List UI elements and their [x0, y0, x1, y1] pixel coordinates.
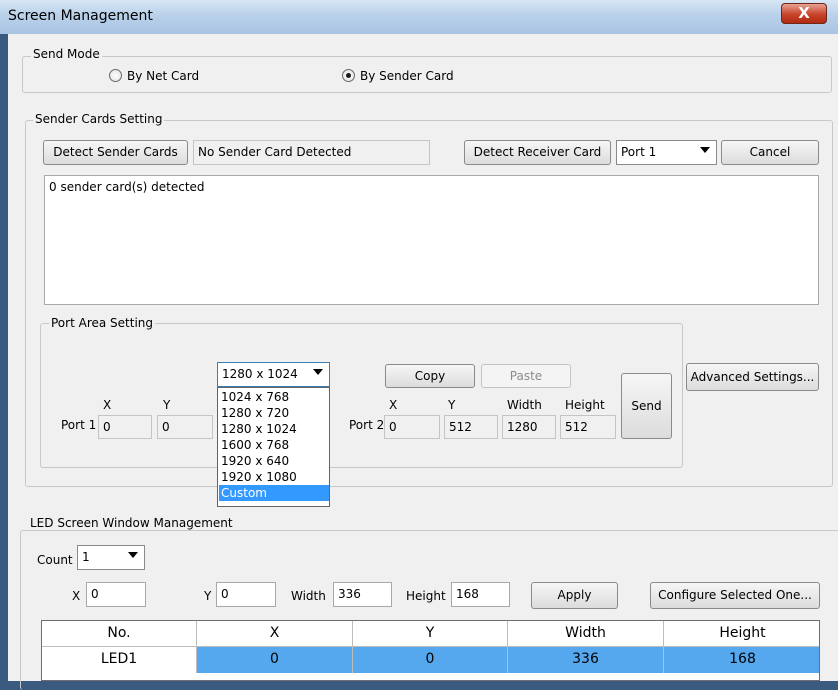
- cancel-button[interactable]: Cancel: [721, 140, 819, 165]
- port2-y-field: 512: [444, 415, 498, 439]
- chevron-down-icon: [700, 147, 710, 153]
- column-header-y[interactable]: Y: [353, 621, 508, 646]
- close-icon: X: [798, 4, 810, 22]
- cell-width[interactable]: 336: [508, 647, 664, 673]
- x-input[interactable]: 0: [86, 582, 146, 607]
- resolution-option[interactable]: 1280 x 720: [219, 405, 329, 421]
- chevron-down-icon: [313, 369, 323, 375]
- resolution-select[interactable]: 1280 x 1024: [217, 362, 330, 387]
- table-header: No. X Y Width Height: [42, 621, 819, 647]
- radio-by-net-card[interactable]: [109, 69, 122, 82]
- port1-y-field: 0: [157, 415, 213, 439]
- port-select-value: Port 1: [621, 145, 657, 159]
- resolution-option[interactable]: 1600 x 768: [219, 437, 329, 453]
- table-row[interactable]: LED1 0 0 336 168: [42, 647, 819, 673]
- port2-height-field: 512: [560, 415, 616, 439]
- column-header-x[interactable]: X: [197, 621, 353, 646]
- advanced-settings-button[interactable]: Advanced Settings...: [686, 363, 819, 391]
- send-button[interactable]: Send: [621, 373, 672, 439]
- resolution-option[interactable]: 1024 x 768: [219, 389, 329, 405]
- port2-label: Port 2: [349, 418, 385, 432]
- send-mode-title: Send Mode: [31, 47, 102, 61]
- resolution-dropdown-list: 1024 x 768 1280 x 720 1280 x 1024 1600 x…: [217, 387, 330, 507]
- cell-x[interactable]: 0: [197, 647, 353, 673]
- port-select[interactable]: Port 1: [616, 140, 717, 165]
- width-input[interactable]: 336: [333, 582, 392, 607]
- radio-by-sender-card[interactable]: [342, 69, 355, 82]
- sender-cards-title: Sender Cards Setting: [33, 112, 165, 126]
- led-window-title: LED Screen Window Management: [28, 516, 235, 530]
- radio-label-by-net-card[interactable]: By Net Card: [127, 69, 199, 83]
- resolution-option-highlighted[interactable]: Custom: [219, 485, 329, 501]
- detection-log[interactable]: 0 sender card(s) detected: [44, 175, 819, 305]
- y-input[interactable]: 0: [216, 582, 276, 607]
- x-label: X: [72, 589, 81, 603]
- chevron-down-icon: [128, 552, 138, 558]
- port2-height-label: Height: [565, 398, 605, 412]
- port2-width-label: Width: [507, 398, 542, 412]
- cell-y[interactable]: 0: [353, 647, 508, 673]
- detect-receiver-card-button[interactable]: Detect Receiver Card: [464, 140, 611, 165]
- port1-y-label: Y: [163, 398, 171, 412]
- copy-button[interactable]: Copy: [385, 364, 475, 388]
- count-select[interactable]: 1: [77, 545, 145, 570]
- port2-width-field: 1280: [502, 415, 556, 439]
- cell-no[interactable]: LED1: [42, 647, 197, 673]
- close-button[interactable]: X: [781, 3, 827, 24]
- column-header-no[interactable]: No.: [42, 621, 197, 646]
- column-header-width[interactable]: Width: [508, 621, 664, 646]
- cell-height[interactable]: 168: [664, 647, 819, 673]
- height-label: Height: [406, 589, 446, 603]
- radio-label-by-sender-card[interactable]: By Sender Card: [360, 69, 454, 83]
- y-label: Y: [204, 589, 212, 603]
- radio-selected-dot: [346, 73, 351, 78]
- led-table: No. X Y Width Height LED1 0 0 336 168: [41, 620, 820, 681]
- port1-x-label: X: [103, 398, 112, 412]
- paste-button[interactable]: Paste: [481, 364, 571, 388]
- height-input[interactable]: 168: [451, 582, 510, 607]
- apply-button[interactable]: Apply: [531, 582, 618, 609]
- resolution-select-value: 1280 x 1024: [222, 367, 298, 381]
- port2-y-label: Y: [448, 398, 456, 412]
- resolution-option[interactable]: 1920 x 1080: [219, 469, 329, 485]
- count-label: Count: [37, 553, 73, 567]
- port2-x-label: X: [389, 398, 398, 412]
- detect-sender-cards-button[interactable]: Detect Sender Cards: [43, 140, 188, 165]
- sender-status-field: No Sender Card Detected: [193, 140, 430, 165]
- configure-selected-button[interactable]: Configure Selected One...: [650, 582, 820, 609]
- port2-x-field: 0: [384, 415, 440, 439]
- port1-label: Port 1: [61, 418, 97, 432]
- width-label: Width: [291, 589, 326, 603]
- resolution-option[interactable]: 1920 x 640: [219, 453, 329, 469]
- port-area-title: Port Area Setting: [49, 316, 155, 330]
- column-header-height[interactable]: Height: [664, 621, 819, 646]
- window-title: Screen Management: [8, 8, 153, 24]
- detection-log-text: 0 sender card(s) detected: [49, 180, 205, 194]
- port-area-group: [40, 323, 683, 468]
- resolution-option[interactable]: 1280 x 1024: [219, 421, 329, 437]
- count-select-value: 1: [82, 550, 90, 564]
- port1-x-field: 0: [98, 415, 152, 439]
